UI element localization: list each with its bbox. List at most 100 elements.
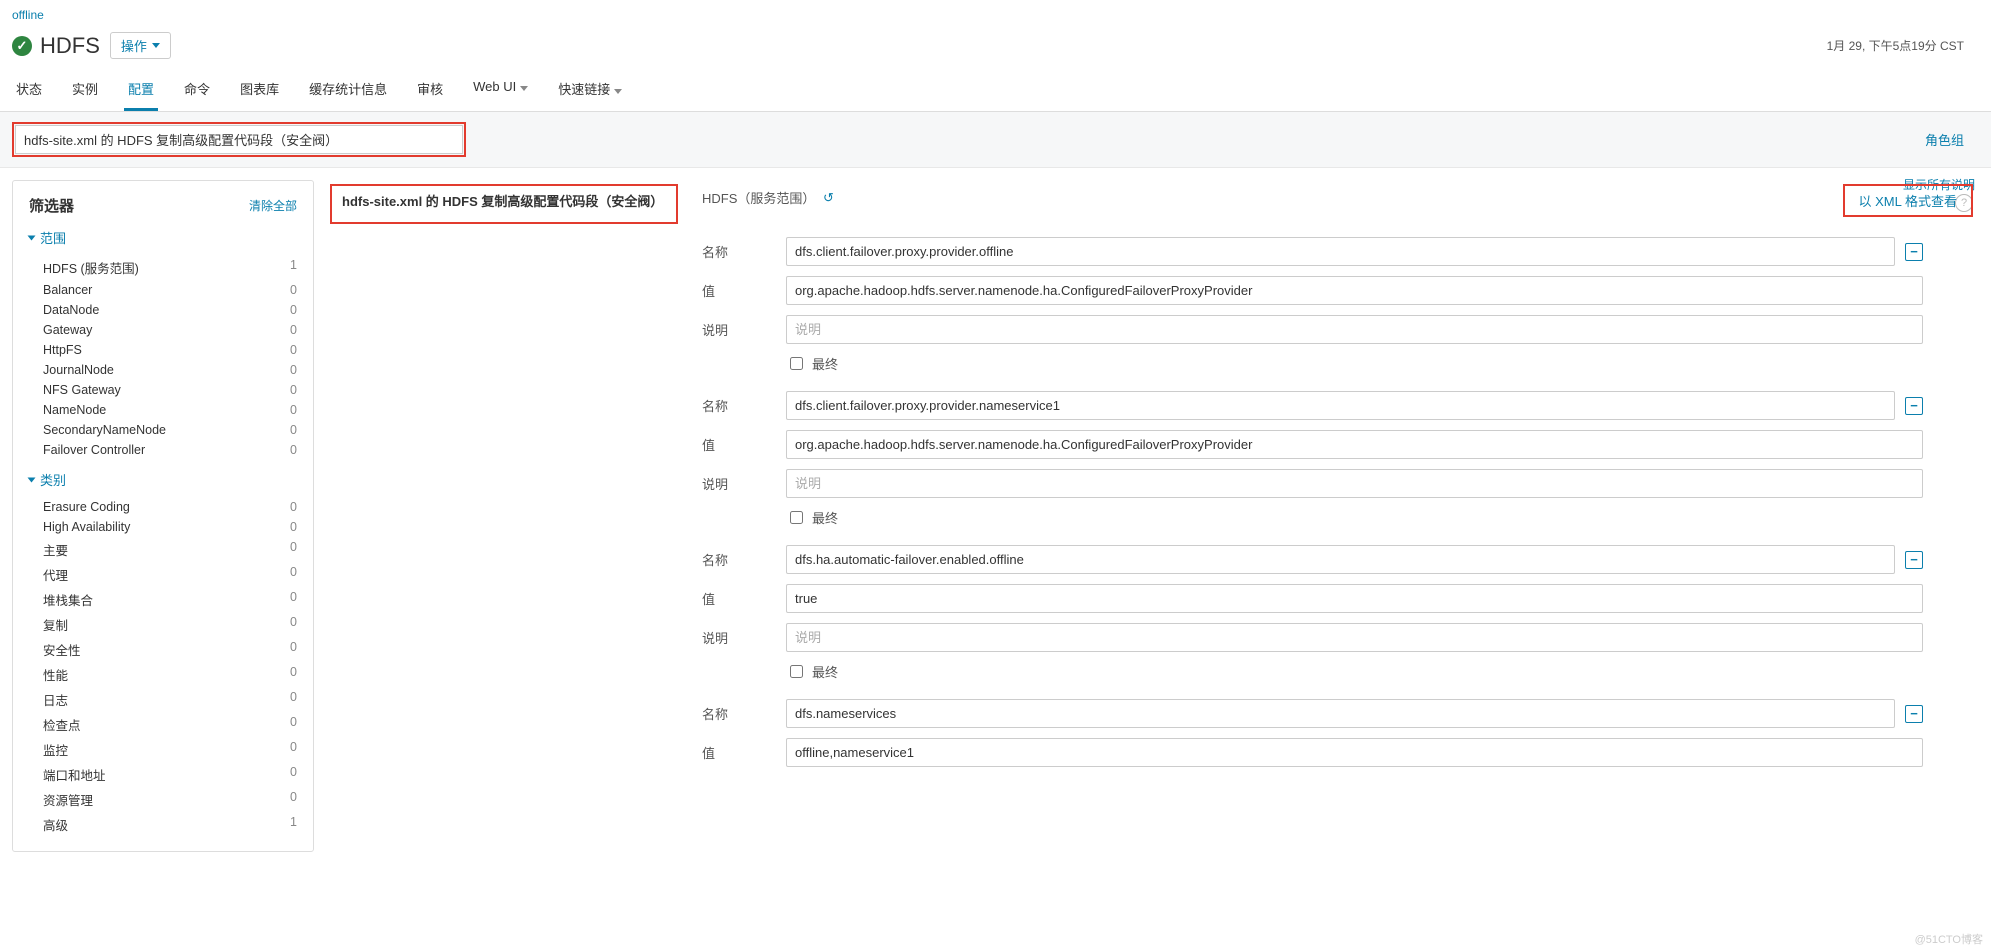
property-name-input[interactable] (786, 545, 1895, 574)
tab-1[interactable]: 实例 (68, 69, 102, 111)
filter-item[interactable]: 高级1 (29, 812, 297, 837)
property-desc-input[interactable] (786, 469, 1923, 498)
filter-item[interactable]: 日志0 (29, 687, 297, 712)
filter-item-count: 0 (290, 790, 297, 809)
filter-item[interactable]: 监控0 (29, 737, 297, 762)
property-final-checkbox[interactable] (790, 357, 803, 370)
filter-item-count: 0 (290, 540, 297, 559)
filter-item-count: 0 (290, 765, 297, 784)
config-search-input[interactable] (15, 125, 463, 154)
property-final-checkbox[interactable] (790, 665, 803, 678)
filter-item-label: 安全性 (43, 640, 81, 659)
chevron-down-icon (28, 477, 36, 482)
filter-item-count: 0 (290, 565, 297, 584)
property-final-checkbox[interactable] (790, 511, 803, 524)
tab-4[interactable]: 图表库 (236, 69, 283, 111)
filter-item[interactable]: Gateway0 (29, 320, 297, 340)
filter-item[interactable]: HttpFS0 (29, 340, 297, 360)
filter-item-label: 代理 (43, 565, 68, 584)
view-as-xml-link[interactable]: 以 XML 格式查看 (1859, 194, 1957, 209)
field-label-final: 最终 (812, 354, 838, 373)
property-value-input[interactable] (786, 430, 1923, 459)
field-label-value: 值 (702, 743, 786, 762)
watermark: @51CTO博客 (1915, 931, 1983, 947)
field-label-desc: 说明 (702, 628, 786, 647)
filter-item[interactable]: High Availability0 (29, 517, 297, 537)
remove-property-icon[interactable]: − (1905, 243, 1923, 261)
field-label-final: 最终 (812, 662, 838, 681)
filter-item-label: JournalNode (43, 363, 114, 377)
property-desc-input[interactable] (786, 315, 1923, 344)
filter-item[interactable]: NameNode0 (29, 400, 297, 420)
filter-item[interactable]: Failover Controller0 (29, 440, 297, 460)
property-block: 名称−值说明最终 (702, 391, 1923, 527)
filter-item[interactable]: NFS Gateway0 (29, 380, 297, 400)
tab-7[interactable]: Web UI (469, 69, 532, 111)
filter-item-label: 资源管理 (43, 790, 93, 809)
filter-item-count: 0 (290, 363, 297, 377)
filter-item[interactable]: 堆栈集合0 (29, 587, 297, 612)
field-label-value: 值 (702, 435, 786, 454)
property-value-input[interactable] (786, 584, 1923, 613)
filter-item-count: 0 (290, 403, 297, 417)
filter-item[interactable]: 代理 0 (29, 562, 297, 587)
filter-item-count: 0 (290, 283, 297, 297)
field-label-name: 名称 (702, 242, 786, 261)
remove-property-icon[interactable]: − (1905, 397, 1923, 415)
tab-3[interactable]: 命令 (180, 69, 214, 111)
property-name-input[interactable] (786, 391, 1895, 420)
filter-item[interactable]: 端口和地址0 (29, 762, 297, 787)
property-name-input[interactable] (786, 699, 1895, 728)
filter-item-label: Erasure Coding (43, 500, 130, 514)
filter-item-label: 高级 (43, 815, 68, 834)
filter-group-toggle[interactable]: 范围 (29, 228, 297, 247)
filter-item[interactable]: 复制0 (29, 612, 297, 637)
filter-item[interactable]: 安全性 0 (29, 637, 297, 662)
filter-item-label: HttpFS (43, 343, 82, 357)
tab-2[interactable]: 配置 (124, 69, 158, 111)
filter-item[interactable]: Balancer0 (29, 280, 297, 300)
property-desc-input[interactable] (786, 623, 1923, 652)
filter-item[interactable]: 性能0 (29, 662, 297, 687)
filter-item-label: 监控 (43, 740, 68, 759)
property-name-input[interactable] (786, 237, 1895, 266)
remove-property-icon[interactable]: − (1905, 551, 1923, 569)
field-label-name: 名称 (702, 550, 786, 569)
filter-item-label: 检查点 (43, 715, 81, 734)
chevron-down-icon (28, 235, 36, 240)
tab-8[interactable]: 快速链接 (554, 69, 626, 111)
filter-item-label: Gateway (43, 323, 92, 337)
property-value-input[interactable] (786, 276, 1923, 305)
filter-item[interactable]: 资源管理 0 (29, 787, 297, 812)
search-highlight-box (12, 122, 466, 157)
search-toolbar: 角色组 (0, 112, 1991, 168)
clear-all-link[interactable]: 清除全部 (249, 197, 297, 214)
caret-down-icon (520, 86, 528, 91)
filter-item[interactable]: JournalNode 0 (29, 360, 297, 380)
tab-0[interactable]: 状态 (12, 69, 46, 111)
filter-item-label: 性能 (43, 665, 68, 684)
status-ok-icon: ✓ (12, 36, 32, 56)
filter-item[interactable]: 检查点0 (29, 712, 297, 737)
filter-item[interactable]: DataNode0 (29, 300, 297, 320)
remove-property-icon[interactable]: − (1905, 705, 1923, 723)
undo-icon[interactable]: ↻ (823, 190, 834, 206)
filter-item[interactable]: SecondaryNameNode0 (29, 420, 297, 440)
filter-item[interactable]: 主要0 (29, 537, 297, 562)
breadcrumb-link[interactable]: offline (12, 8, 44, 22)
property-block: 名称−值说明最终 (702, 545, 1923, 681)
property-value-input[interactable] (786, 738, 1923, 767)
filter-item-count: 0 (290, 303, 297, 317)
property-block: 名称−值 (702, 699, 1923, 767)
operations-dropdown[interactable]: 操作 (110, 32, 171, 59)
filter-group-toggle[interactable]: 类别 (29, 470, 297, 489)
filter-item-count: 0 (290, 383, 297, 397)
tab-6[interactable]: 审核 (413, 69, 447, 111)
filter-item-count: 0 (290, 520, 297, 534)
filter-item[interactable]: HDFS (服务范围)1 (29, 255, 297, 280)
field-label-desc: 说明 (702, 474, 786, 493)
filter-item[interactable]: Erasure Coding0 (29, 497, 297, 517)
role-group-link[interactable]: 角色组 (1925, 130, 1979, 149)
filter-item-count: 0 (290, 640, 297, 659)
tab-5[interactable]: 缓存统计信息 (305, 69, 391, 111)
